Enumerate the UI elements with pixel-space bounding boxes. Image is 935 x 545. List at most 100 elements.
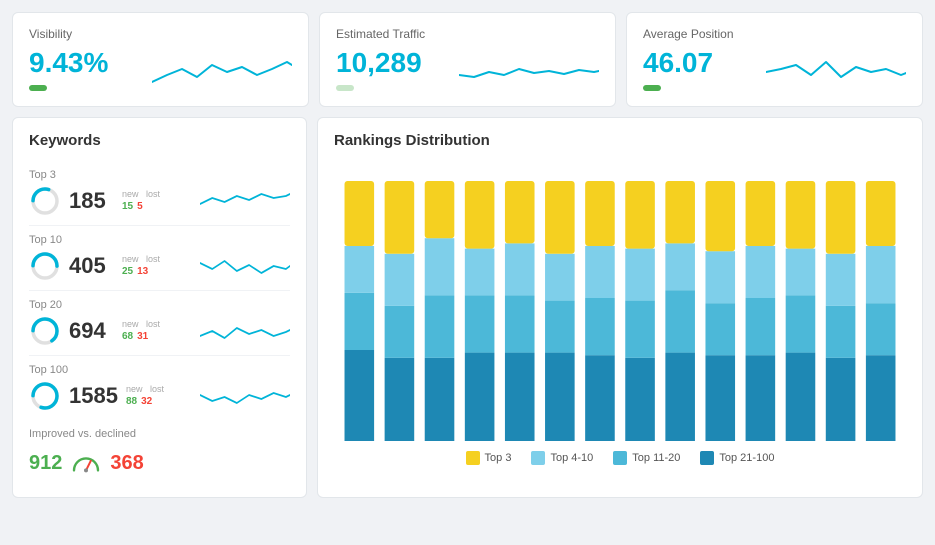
metric-title: Estimated Traffic (336, 27, 599, 41)
bar-segment-top410 (345, 246, 375, 293)
bar-segment-top21100 (665, 353, 695, 441)
legend-item-top-11-20: Top 11-20 (613, 451, 680, 465)
bar-segment-top21100 (705, 355, 735, 441)
improved-declined-section: Improved vs. declined 912 368 (29, 420, 290, 483)
bar-segment-top1120 (425, 295, 455, 357)
bar-segment-top21100 (545, 353, 575, 441)
rankings-title: Rankings Distribution (334, 132, 906, 149)
bar-segment-top410 (665, 243, 695, 290)
bar-segment-top1120 (866, 303, 896, 355)
legend-dot (531, 451, 545, 465)
rankings-card: Rankings Distribution Top 3 Top 4-10 Top… (317, 117, 923, 498)
kw-donut (29, 250, 61, 282)
legend-dot (466, 451, 480, 465)
bar-segment-top1120 (505, 295, 535, 352)
kw-new-lost: new lost 6831 (122, 318, 160, 345)
bar-segment-top410 (786, 249, 816, 296)
bar-segment-top3 (866, 181, 896, 246)
metric-value: 10,289 (336, 49, 422, 77)
kw-label: Top 20 (29, 299, 290, 311)
legend-label: Top 11-20 (632, 452, 680, 464)
kw-label: Top 3 (29, 169, 290, 181)
metric-indicator (336, 85, 354, 91)
metric-title: Visibility (29, 27, 292, 41)
bar-segment-top1120 (625, 301, 655, 358)
kw-new-lost: new lost 155 (122, 188, 160, 215)
metrics-row: Visibility 9.43% Estimated Traffic 10,28… (12, 12, 923, 107)
metric-value: 9.43% (29, 49, 108, 77)
bar-segment-top21100 (465, 353, 495, 441)
bar-segment-top410 (625, 249, 655, 301)
bar-segment-top21100 (385, 358, 415, 441)
kw-number: 694 (69, 318, 114, 344)
bar-segment-top3 (385, 181, 415, 254)
metric-sparkline (766, 47, 906, 92)
bar-segment-top21100 (786, 353, 816, 441)
bar-segment-top410 (425, 238, 455, 295)
kw-number: 1585 (69, 383, 118, 409)
keywords-title: Keywords (29, 132, 290, 149)
bar-segment-top410 (385, 254, 415, 306)
bar-segment-top21100 (345, 350, 375, 441)
bar-segment-top1120 (465, 295, 495, 352)
bar-segment-top21100 (866, 355, 896, 441)
kw-sparkline (200, 316, 290, 346)
legend-dot (613, 451, 627, 465)
kw-group-top-3: Top 3 185 new lost 155 (29, 161, 290, 226)
gauge-icon (70, 455, 102, 473)
bar-segment-top410 (746, 246, 776, 298)
bar-segment-top1120 (585, 298, 615, 355)
bar-segment-top3 (826, 181, 856, 254)
kw-donut (29, 315, 61, 347)
bar-segment-top21100 (585, 355, 615, 441)
legend-label: Top 4-10 (550, 452, 593, 464)
legend-item-top-3: Top 3 (466, 451, 512, 465)
bar-segment-top21100 (505, 353, 535, 441)
bottom-row: Keywords Top 3 185 new lost 155 Top 10 4… (12, 117, 923, 498)
legend-item-top-4-10: Top 4-10 (531, 451, 593, 465)
kw-donut (29, 380, 61, 412)
bar-segment-top1120 (545, 301, 575, 353)
improved-label: Improved vs. declined (29, 428, 290, 440)
bar-segment-top410 (826, 254, 856, 306)
kw-sparkline (200, 186, 290, 216)
bar-segment-top3 (545, 181, 575, 254)
bar-segment-top21100 (625, 358, 655, 441)
bar-segment-top410 (545, 254, 575, 301)
kw-group-top-10: Top 10 405 new lost 2513 (29, 226, 290, 291)
metric-sparkline (459, 47, 599, 92)
bar-segment-top410 (705, 251, 735, 303)
metric-indicator (29, 85, 47, 91)
keywords-card: Keywords Top 3 185 new lost 155 Top 10 4… (12, 117, 307, 498)
bar-segment-top410 (465, 249, 495, 296)
metric-card-visibility: Visibility 9.43% (12, 12, 309, 107)
metric-title: Average Position (643, 27, 906, 41)
bar-segment-top3 (746, 181, 776, 246)
bar-segment-top3 (465, 181, 495, 249)
bar-segment-top3 (786, 181, 816, 249)
legend-dot (700, 451, 714, 465)
bar-segment-top21100 (826, 358, 856, 441)
kw-donut (29, 185, 61, 217)
metric-indicator (643, 85, 661, 91)
bar-segment-top410 (505, 243, 535, 295)
bar-segment-top410 (866, 246, 896, 303)
bar-segment-top3 (665, 181, 695, 243)
bar-segment-top1120 (385, 306, 415, 358)
kw-new-lost: new lost 8832 (126, 383, 164, 410)
bar-segment-top3 (425, 181, 455, 238)
kw-new-lost: new lost 2513 (122, 253, 160, 280)
bar-segment-top3 (625, 181, 655, 249)
metric-card-estimated-traffic: Estimated Traffic 10,289 (319, 12, 616, 107)
kw-number: 185 (69, 188, 114, 214)
bar-segment-top3 (705, 181, 735, 251)
legend-item-top-21-100: Top 21-100 (700, 451, 774, 465)
kw-number: 405 (69, 253, 114, 279)
bar-chart (334, 161, 906, 441)
bar-segment-top3 (505, 181, 535, 243)
kw-label: Top 10 (29, 234, 290, 246)
bar-segment-top21100 (425, 358, 455, 441)
bar-segment-top21100 (746, 355, 776, 441)
kw-sparkline (200, 251, 290, 281)
bar-segment-top3 (585, 181, 615, 246)
